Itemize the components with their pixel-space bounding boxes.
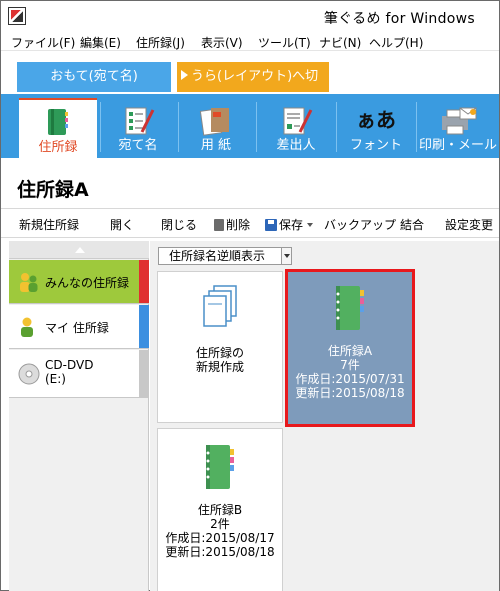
delete-button[interactable]: 削除 [214, 216, 250, 233]
cd-dvd-drive: (E:) [45, 372, 66, 386]
tab-back[interactable]: うら(レイアウト)へ切替 [177, 62, 329, 114]
new-address-book-button[interactable]: 新規住所録 [19, 216, 79, 233]
sort-order-value: 住所録名逆順表示 [169, 249, 266, 263]
ribbon-paper[interactable]: 用 紙 [177, 98, 255, 156]
card-updated: 更新日:2015/08/18 [165, 545, 275, 559]
save-label: 保存 [279, 218, 304, 232]
new-address-book-card[interactable]: 住所録の 新規作成 [157, 271, 283, 423]
menu-address[interactable]: 住所録(J) [136, 34, 185, 51]
ribbon-print-mail[interactable]: 印刷・メール [417, 98, 499, 156]
backup-button[interactable]: バックアップ [324, 216, 396, 233]
open-button[interactable]: 開く [110, 216, 134, 233]
sort-order-select[interactable]: 住所録名逆順表示 [158, 247, 292, 265]
ribbon-sender-label: 差出人 [276, 138, 316, 153]
card-count: 2件 [210, 517, 230, 531]
menu-bar: ファイル(F) 編集(E) 住所録(J) 表示(V) ツール(T) ナビ(N) … [1, 31, 499, 51]
print-mail-icon [442, 107, 477, 135]
card-updated: 更新日:2015/08/18 [295, 386, 405, 400]
address-book-card-b[interactable]: 住所録B 2件 作成日:2015/08/17 更新日:2015/08/18 [157, 428, 283, 591]
paper-icon [199, 108, 229, 136]
menu-tools[interactable]: ツール(T) [258, 34, 311, 51]
sender-icon [283, 107, 313, 135]
window-title: 筆ぐるめ for Windows [323, 11, 475, 27]
card-count: 7件 [340, 358, 360, 372]
sidebar-color-bar [139, 305, 149, 348]
card-title: 住所録A [327, 344, 373, 358]
app-icon[interactable] [8, 7, 26, 25]
sidebar-item-cd-dvd[interactable]: CD-DVD (E:) [9, 350, 149, 398]
sidebar-item-label: マイ 住所録 [45, 321, 109, 335]
card-created: 作成日:2015/07/31 [295, 372, 405, 386]
ribbon-font[interactable]: ぁあ フォント [337, 98, 415, 156]
tab-front[interactable]: おもて(宛て名) [17, 62, 171, 92]
sidebar-color-bar [139, 260, 149, 303]
title-bar: 筆ぐるめ for Windows [1, 1, 499, 31]
ribbon-addressee[interactable]: 宛て名 [99, 98, 177, 156]
menu-edit[interactable]: 編集(E) [80, 34, 121, 51]
ribbon-address-book-label: 住所録 [38, 140, 78, 155]
merge-button[interactable]: 結合 [400, 216, 424, 233]
address-book-card-a[interactable]: 住所録A 7件 作成日:2015/07/31 更新日:2015/08/18 [285, 269, 415, 427]
sidebar-item-label: CD-DVD (E:) [45, 358, 93, 386]
sidebar-item-shared[interactable]: みんなの住所録 [9, 260, 149, 304]
font-icon: ぁあ [356, 108, 396, 132]
address-book-icon [48, 109, 68, 135]
ribbon: 住所録 宛て名 用 紙 差出人 ぁあ フォント 印刷・メール [1, 94, 499, 158]
ribbon-font-label: フォント [349, 138, 402, 153]
play-arrow-icon [181, 70, 188, 80]
address-book-grid: 住所録名逆順表示 住所録の 新規作成 住所録A 7件 作成日:2015/07/3… [150, 241, 499, 591]
menu-help[interactable]: ヘルプ(H) [369, 34, 423, 51]
chevron-down-icon[interactable] [281, 248, 291, 264]
card-subtitle: 新規作成 [195, 360, 244, 374]
menu-file[interactable]: ファイル(F) [11, 34, 75, 51]
address-book-icon [336, 286, 364, 330]
side-tabs: おもて(宛て名) うら(レイアウト)へ切替 [1, 52, 499, 114]
cd-dvd-label: CD-DVD [45, 358, 94, 372]
disc-icon [18, 363, 40, 385]
ribbon-addressee-label: 宛て名 [118, 138, 158, 153]
sidebar-item-my[interactable]: マイ 住所録 [9, 305, 149, 349]
card-title: 住所録B [197, 503, 243, 517]
save-icon [265, 219, 277, 231]
ribbon-sender[interactable]: 差出人 [257, 98, 335, 156]
menu-view[interactable]: 表示(V) [201, 34, 243, 51]
sidebar-scroll-up[interactable] [9, 241, 149, 259]
up-arrow-icon [75, 247, 85, 253]
people-icon [20, 273, 38, 292]
card-created: 作成日:2015/08/17 [165, 531, 275, 545]
new-document-icon [203, 285, 237, 327]
sidebar-item-label: みんなの住所録 [45, 276, 130, 290]
card-title: 住所録の [195, 346, 244, 360]
ribbon-paper-label: 用 紙 [200, 138, 232, 153]
addressee-icon [125, 107, 155, 135]
menu-navi[interactable]: ナビ(N) [319, 34, 361, 51]
trash-icon [214, 219, 224, 231]
sidebar-color-bar [139, 350, 149, 397]
person-icon [21, 317, 33, 337]
address-book-icon [206, 445, 234, 489]
ribbon-print-mail-label: 印刷・メール [418, 138, 497, 153]
app-window: 筆ぐるめ for Windows ファイル(F) 編集(E) 住所録(J) 表示… [0, 0, 500, 591]
dropdown-arrow-icon[interactable] [307, 223, 314, 227]
delete-label: 削除 [226, 218, 251, 232]
settings-button[interactable]: 設定変更 [445, 216, 493, 233]
close-button[interactable]: 閉じる [161, 216, 197, 233]
ribbon-address-book[interactable]: 住所録 [19, 98, 97, 158]
toolbar: 新規住所録 開く 閉じる 削除 保存 バックアップ 結合 設定変更 [1, 208, 499, 238]
sidebar: みんなの住所録 マイ 住所録 CD-DVD (E:) [9, 241, 149, 591]
page-title: 住所録A [17, 179, 89, 201]
save-button[interactable]: 保存 [265, 216, 314, 233]
